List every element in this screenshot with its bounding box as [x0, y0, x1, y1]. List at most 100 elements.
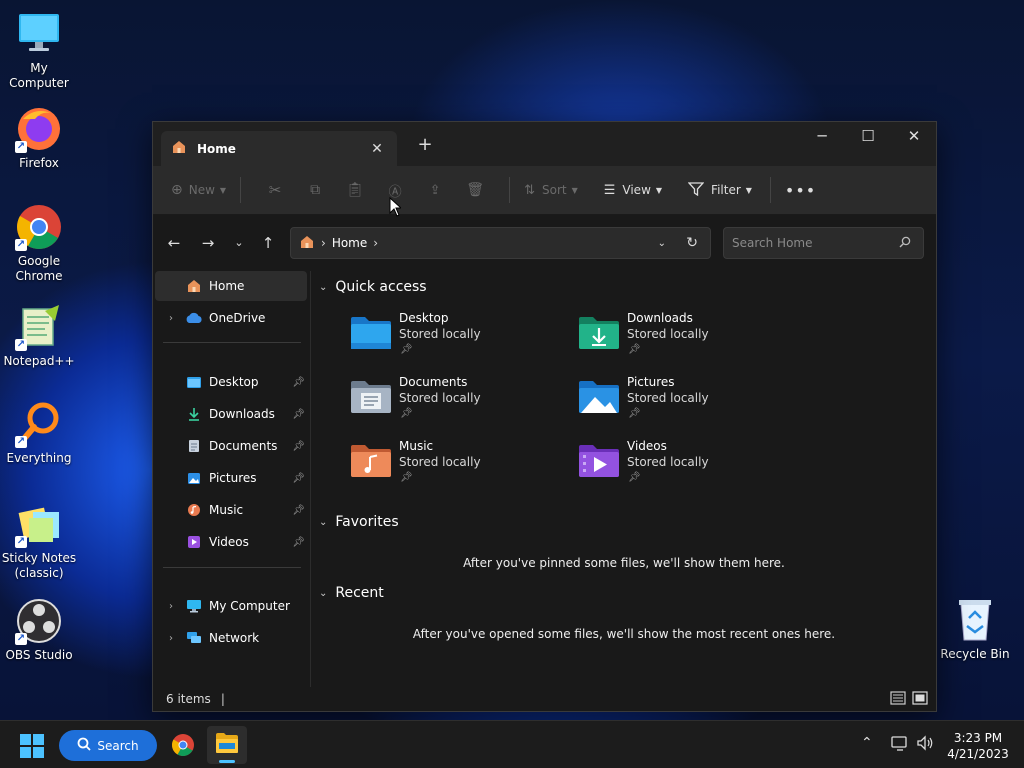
pin-icon[interactable]: 📌︎	[292, 505, 305, 516]
chevron-down-icon: ▼	[571, 185, 578, 195]
new-button[interactable]: ⊕ New ▼	[171, 175, 226, 205]
taskbar-search-button[interactable]: Search	[59, 730, 157, 761]
cut-button[interactable]: ✂	[255, 175, 295, 205]
pin-icon[interactable]: 📌︎	[292, 409, 305, 420]
share-button[interactable]: ⇪	[415, 175, 455, 205]
back-button[interactable]: ←	[161, 231, 187, 255]
desktop-folder-icon	[349, 315, 393, 351]
up-button[interactable]: ↑	[255, 231, 281, 255]
close-tab-icon[interactable]: ✕	[367, 141, 387, 157]
start-button[interactable]	[19, 733, 45, 762]
documents-icon	[185, 438, 203, 454]
maximize-button[interactable]: ☐	[845, 122, 891, 152]
delete-button[interactable]: 🗑︎	[455, 175, 495, 205]
desktop-folder-icon	[185, 374, 203, 390]
quick-access-item-videos[interactable]: Videos Stored locally 📌︎	[577, 439, 797, 495]
section-title: Recent	[335, 585, 384, 601]
new-tab-button[interactable]: +	[413, 134, 437, 158]
quick-access-item-downloads[interactable]: Downloads Stored locally 📌︎	[577, 311, 797, 367]
chrome-icon: ↗	[15, 203, 63, 251]
sidebar-item-downloads[interactable]: Downloads 📌︎	[155, 399, 307, 429]
sidebar-item-music[interactable]: Music 📌︎	[155, 495, 307, 525]
recent-locations-button[interactable]: ⌄	[226, 231, 252, 255]
breadcrumb-home[interactable]: Home	[332, 236, 367, 250]
tiles-view-icon[interactable]	[912, 691, 928, 708]
quick-access-item-pictures[interactable]: Pictures Stored locally 📌︎	[577, 375, 797, 431]
section-title: Quick access	[335, 279, 427, 295]
view-button[interactable]: ☰ View ▼	[604, 175, 662, 205]
taskbar-chrome-button[interactable]	[171, 733, 195, 760]
copy-button[interactable]: ⧉	[295, 175, 335, 205]
volume-icon[interactable]	[916, 735, 934, 754]
item-name: Videos	[627, 439, 667, 453]
desktop-icon-chrome[interactable]: ↗ Google Chrome	[0, 203, 78, 284]
share-icon: ⇪	[429, 182, 441, 198]
tab-home[interactable]: Home ✕	[161, 131, 397, 166]
title-bar[interactable]: Home ✕ + ─ ☐ ✕	[153, 122, 936, 166]
desktop-icon-my-computer[interactable]: My Computer	[0, 10, 78, 91]
quick-access-item-desktop[interactable]: Desktop Stored locally 📌︎	[349, 311, 569, 367]
item-status: Stored locally	[627, 455, 709, 469]
sidebar-item-label: Documents	[209, 439, 278, 453]
pin-icon[interactable]: 📌︎	[292, 537, 305, 548]
desktop-icon-firefox[interactable]: ↗ Firefox	[0, 105, 78, 171]
pin-icon[interactable]: 📌︎	[292, 377, 305, 388]
sidebar-item-videos[interactable]: Videos 📌︎	[155, 527, 307, 557]
taskbar-file-explorer-button[interactable]	[207, 726, 247, 764]
sidebar-item-label: Pictures	[209, 471, 257, 485]
item-name: Music	[399, 439, 434, 453]
cloud-icon	[185, 310, 203, 326]
desktop-icon-everything[interactable]: ↗ Everything	[0, 400, 78, 466]
network-status-icon[interactable]	[891, 735, 909, 754]
show-hidden-icons-button[interactable]: ⌃	[861, 735, 873, 751]
more-options-button[interactable]: •••	[785, 175, 816, 205]
desktop-icon-obs[interactable]: ↗ OBS Studio	[0, 597, 78, 663]
refresh-icon[interactable]: ↻	[686, 235, 698, 251]
sidebar-item-desktop[interactable]: Desktop 📌︎	[155, 367, 307, 397]
clock[interactable]: 3:23 PM 4/21/2023	[940, 730, 1016, 762]
sidebar-item-pictures[interactable]: Pictures 📌︎	[155, 463, 307, 493]
sort-button[interactable]: ⇅ Sort ▼	[524, 175, 578, 205]
quick-access-item-documents[interactable]: Documents Stored locally 📌︎	[349, 375, 569, 431]
sidebar-item-documents[interactable]: Documents 📌︎	[155, 431, 307, 461]
obs-icon: ↗	[15, 597, 63, 645]
pin-icon[interactable]: 📌︎	[292, 473, 305, 484]
plus-circle-icon: ⊕	[171, 182, 183, 198]
recent-header[interactable]: ⌄ Recent	[319, 585, 384, 601]
close-window-button[interactable]: ✕	[891, 122, 937, 152]
chevron-right-icon[interactable]: ›	[163, 313, 179, 324]
pin-icon[interactable]: 📌︎	[292, 441, 305, 452]
details-view-icon[interactable]	[890, 691, 906, 708]
address-dropdown-icon[interactable]: ⌄	[658, 238, 666, 249]
chevron-right-icon[interactable]: ›	[163, 633, 179, 644]
search-box[interactable]	[723, 227, 924, 259]
item-status: Stored locally	[627, 327, 709, 341]
pin-icon: 📌︎	[400, 344, 413, 355]
item-status: Stored locally	[399, 455, 481, 469]
quick-access-header[interactable]: ⌄ Quick access	[319, 279, 427, 295]
search-label: Search	[97, 738, 139, 753]
desktop-icon-sticky-notes[interactable]: ↗ Sticky Notes (classic)	[0, 500, 78, 581]
search-input[interactable]	[732, 236, 892, 250]
sidebar-item-network[interactable]: › Network	[155, 623, 307, 653]
sidebar-item-my-computer[interactable]: › My Computer	[155, 591, 307, 621]
desktop-icon-label: OBS Studio	[5, 648, 73, 662]
desktop-icon-label: Google Chrome	[15, 254, 63, 283]
filter-button[interactable]: Filter ▼	[687, 175, 752, 205]
paste-button[interactable]: 📋︎	[335, 175, 375, 205]
filter-label: Filter	[711, 183, 741, 197]
favorites-header[interactable]: ⌄ Favorites	[319, 514, 399, 530]
sidebar-item-onedrive[interactable]: › OneDrive	[155, 303, 307, 333]
firefox-icon: ↗	[15, 105, 63, 153]
sidebar-item-home[interactable]: Home	[155, 271, 307, 301]
chevron-right-icon[interactable]: ›	[163, 601, 179, 612]
music-folder-icon	[349, 443, 393, 479]
minimize-button[interactable]: ─	[799, 122, 845, 152]
address-bar[interactable]: › Home › ⌄ ↻	[290, 227, 711, 259]
desktop-icon-recycle-bin[interactable]: Recycle Bin	[936, 596, 1014, 662]
home-icon	[299, 234, 315, 253]
desktop-icon-notepadpp[interactable]: ↗ Notepad++	[0, 303, 78, 369]
quick-access-item-music[interactable]: Music Stored locally 📌︎	[349, 439, 569, 495]
active-app-indicator	[219, 760, 235, 763]
forward-button[interactable]: →	[195, 231, 221, 255]
